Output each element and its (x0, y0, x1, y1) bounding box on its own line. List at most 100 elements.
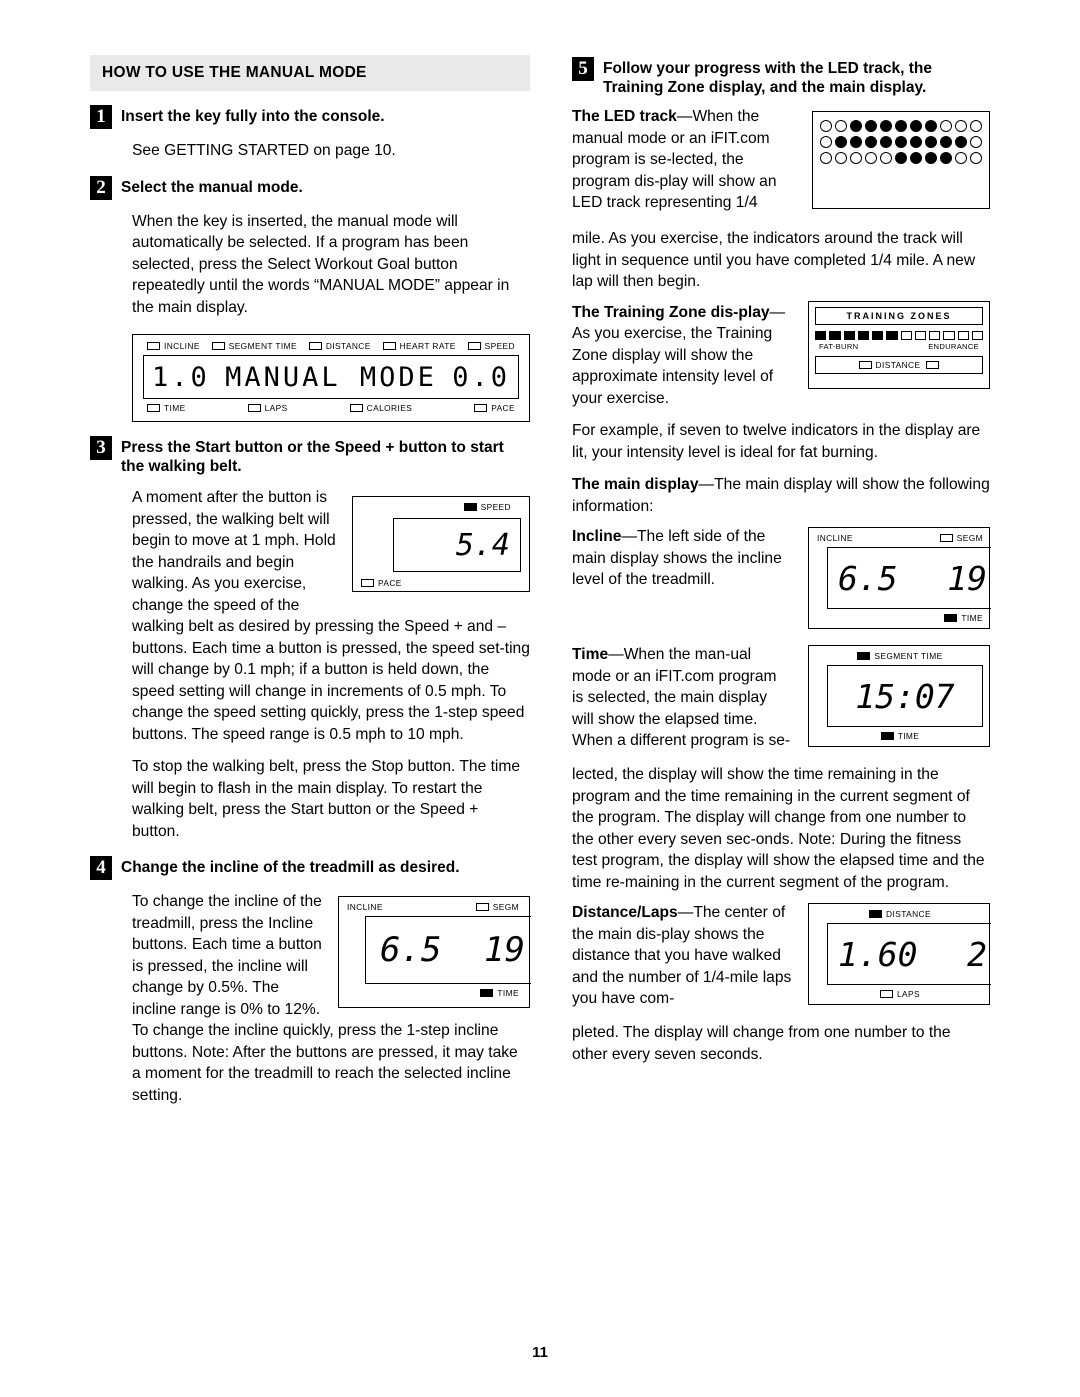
led-indicator (910, 120, 922, 132)
two-column-layout: HOW TO USE THE MANUAL MODE 1 Insert the … (90, 55, 991, 1106)
incline-values: 6.5 19 (827, 547, 991, 609)
led-indicator (925, 120, 937, 132)
step-2-body: When the key is inserted, the manual mod… (132, 212, 510, 316)
right-column: 5 Follow your progress with the LED trac… (572, 55, 991, 1065)
indicator-square-icon (475, 903, 489, 911)
zone-bar (886, 330, 898, 340)
indicator-square-icon (944, 614, 958, 622)
training-zone-end-labels: FAT-BURN ENDURANCE (815, 342, 983, 351)
manual-page: HOW TO USE THE MANUAL MODE 1 Insert the … (0, 0, 1080, 1397)
distance-values: 1.60 2 (827, 923, 991, 985)
indicator-square-icon (247, 404, 261, 412)
label-incline: INCLINE (147, 341, 200, 351)
time-lead: Time (572, 646, 609, 663)
led-indicator (910, 152, 922, 164)
led-indicator (850, 120, 862, 132)
em-dash: — (676, 108, 693, 125)
indicator-square-icon (147, 404, 160, 412)
incline-value: 6.5 (380, 930, 442, 970)
led-indicator (895, 136, 907, 148)
led-indicator (955, 136, 967, 148)
segment-time-value: 19 (484, 930, 525, 970)
training-zone-distance-row: DISTANCE (815, 355, 983, 374)
main-display-speed-value: 0.0 (452, 361, 510, 393)
main-display-incline-value: 1.0 (152, 361, 210, 393)
speed-panel-top-label: SPEED (361, 502, 521, 512)
step-2: 2 Select the manual mode. (90, 175, 530, 200)
label-fat-burn: FAT-BURN (819, 341, 859, 351)
indicator-square-icon (858, 360, 872, 369)
led-indicator (865, 136, 877, 148)
label-laps: LAPS (247, 403, 288, 413)
led-indicator (940, 120, 952, 132)
label-segment: SEGM (475, 902, 519, 912)
led-row-top (819, 120, 983, 132)
indicator-square-icon (879, 990, 893, 998)
main-display-top-labels: INCLINE SEGMENT TIME DISTANCE HEART RATE… (143, 341, 519, 351)
step-1-number: 1 (90, 105, 112, 129)
speed-panel-bottom-label: PACE (361, 578, 521, 588)
zone-bar (900, 330, 912, 340)
led-indicator (940, 152, 952, 164)
indicator-square-icon (308, 342, 322, 350)
indicator-square-icon (349, 404, 363, 412)
incline-values: 6.5 19 (365, 916, 531, 984)
em-dash: — (677, 904, 694, 921)
main-display-bottom-labels: TIME LAPS CALORIES PACE (143, 403, 519, 413)
distance-display-illustration: DISTANCE 1.60 2 LAPS (808, 903, 991, 1005)
step-1-heading: Insert the key fully into the console. (121, 108, 385, 125)
led-indicator (880, 120, 892, 132)
zone-bar (943, 330, 955, 340)
indicator-square-icon (147, 342, 160, 350)
training-zone-bars (815, 330, 983, 340)
indicator-square-icon (939, 534, 953, 542)
indicator-square-icon (382, 342, 396, 350)
led-indicator (835, 120, 847, 132)
led-indicator (865, 120, 877, 132)
led-indicator (970, 152, 982, 164)
led-indicator (820, 152, 832, 164)
led-indicator (820, 120, 832, 132)
led-indicator (925, 136, 937, 148)
em-dash: — (769, 303, 786, 321)
incline-value: 6.5 (838, 558, 898, 598)
distance-lead: Distance/Laps (572, 904, 678, 921)
time-display-illustration: SEGMENT TIME 15:07 TIME (808, 645, 990, 747)
indicator-square-icon (467, 342, 481, 350)
step-1: 1 Insert the key fully into the console. (90, 105, 530, 129)
main-display-screen: 1.0 MANUAL MODE 0.0 (143, 355, 519, 399)
indicator-square-icon (474, 404, 488, 412)
indicator-square-icon (361, 579, 374, 587)
step-1-body: See GETTING STARTED on page 10. (132, 142, 396, 159)
time-value: 15:07 (827, 665, 983, 727)
training-zone-text-1: As you exercise, the Training Zone displ… (572, 325, 774, 407)
incline-panel-bottom-label: TIME (347, 988, 521, 998)
training-zone-illustration: TRAINING ZONES FAT-BURN ENDURANCE DISTAN… (808, 300, 990, 389)
incline-panel-bottom-label: TIME (817, 613, 989, 623)
main-display-center-value: MANUAL MODE (225, 361, 437, 393)
label-distance: DISTANCE (308, 341, 371, 351)
step-5-heading: Follow your progress with the LED track,… (603, 60, 932, 96)
led-row-bottom (819, 152, 983, 164)
em-dash: — (698, 476, 715, 493)
time-panel-top-label: SEGMENT TIME (817, 651, 989, 661)
incline-panel-top-labels: INCLINE SEGM (347, 902, 521, 912)
zone-bar (857, 330, 869, 340)
label-incline: INCLINE (347, 902, 383, 912)
led-indicator (925, 152, 937, 164)
left-column: HOW TO USE THE MANUAL MODE 1 Insert the … (90, 55, 531, 1106)
page-number: 11 (532, 1344, 548, 1361)
indicator-square-icon (869, 910, 883, 918)
step-3-number: 3 (90, 436, 112, 460)
zone-bar (929, 330, 941, 340)
step-5: 5 Follow your progress with the LED trac… (572, 57, 990, 97)
indicator-square-icon (463, 503, 477, 511)
label-time: TIME (147, 403, 186, 413)
incline-display-illustration-right: INCLINE SEGM 6.5 19 TIME (808, 527, 991, 629)
time-paragraph-2: lected, the display will show the time r… (572, 766, 985, 891)
step-4: 4 Change the incline of the treadmill as… (90, 856, 530, 880)
zone-bar (914, 330, 926, 340)
speed-value: 5.4 (393, 518, 521, 572)
training-zone-lead: The Training Zone dis-play (572, 303, 770, 321)
led-indicator (970, 120, 982, 132)
